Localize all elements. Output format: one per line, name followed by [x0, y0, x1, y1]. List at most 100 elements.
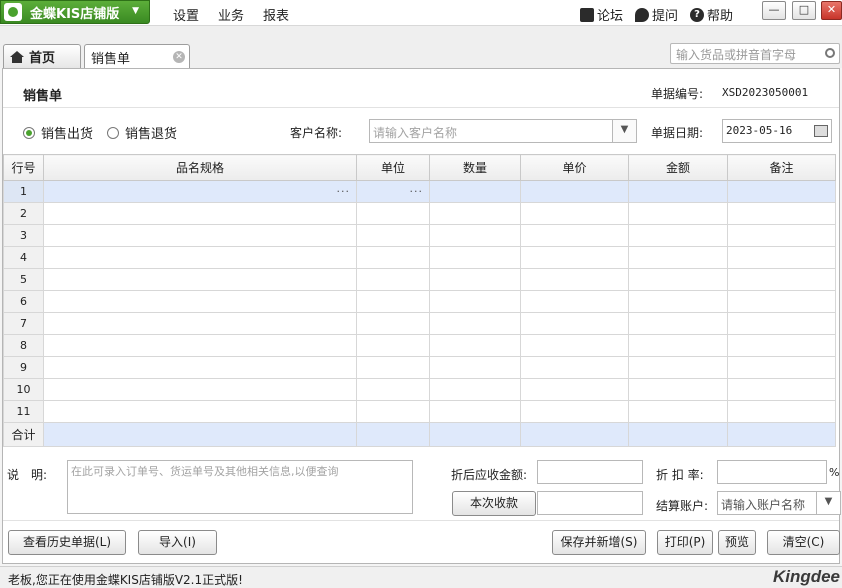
discount-field[interactable] [717, 460, 827, 484]
close-window-button[interactable]: ✕ [821, 1, 842, 20]
account-input[interactable]: 请输入账户名称 ▼ [717, 491, 841, 515]
amount-cell[interactable] [628, 400, 728, 423]
tab-home[interactable]: 首页 [3, 44, 81, 68]
radio-sales-out[interactable]: 销售出货 [23, 123, 93, 142]
unit-price-cell[interactable] [520, 312, 629, 335]
tab-sales-order[interactable]: 销售单 ✕ [84, 44, 190, 69]
unit-cell[interactable] [356, 312, 430, 335]
unit-cell[interactable]: ··· [356, 180, 430, 203]
table-row[interactable]: 4 [3, 246, 836, 269]
table-row[interactable]: 7 [3, 312, 836, 335]
forum-link[interactable]: 论坛 [580, 5, 623, 24]
app-menu-button[interactable]: 金蝶KIS店铺版 ▼ [0, 0, 150, 24]
quantity-cell[interactable] [429, 246, 521, 269]
more-icon[interactable]: ··· [410, 185, 424, 198]
amount-cell[interactable] [628, 224, 728, 247]
unit-price-cell[interactable] [520, 334, 629, 357]
calendar-icon[interactable] [814, 125, 828, 137]
remark-cell[interactable] [727, 246, 836, 269]
close-tab-icon[interactable]: ✕ [173, 51, 185, 63]
unit-cell[interactable] [356, 356, 430, 379]
unit-price-cell[interactable] [520, 202, 629, 225]
unit-cell[interactable] [356, 202, 430, 225]
menu-settings[interactable]: 设置 [173, 5, 199, 24]
note-textarea[interactable]: 在此可录入订单号、货运单号及其他相关信息,以便查询 [67, 460, 413, 514]
quantity-cell[interactable] [429, 224, 521, 247]
amount-cell[interactable] [628, 356, 728, 379]
table-row[interactable]: 9 [3, 356, 836, 379]
remark-cell[interactable] [727, 378, 836, 401]
more-icon[interactable]: ··· [337, 185, 351, 198]
quantity-cell[interactable] [429, 290, 521, 313]
amount-cell[interactable] [628, 202, 728, 225]
item-name-cell[interactable] [43, 202, 357, 225]
quantity-cell[interactable] [429, 268, 521, 291]
table-row[interactable]: 6 [3, 290, 836, 313]
table-row[interactable]: 3 [3, 224, 836, 247]
date-input[interactable]: 2023-05-16 [722, 119, 832, 143]
search-icon[interactable] [825, 48, 835, 58]
quantity-cell[interactable] [429, 312, 521, 335]
receive-payment-button[interactable]: 本次收款 [452, 491, 536, 516]
amount-cell[interactable] [628, 312, 728, 335]
minimize-button[interactable]: — [762, 1, 786, 20]
unit-price-cell[interactable] [520, 246, 629, 269]
amount-cell[interactable] [628, 378, 728, 401]
amount-cell[interactable] [628, 180, 728, 203]
payment-field[interactable] [537, 491, 643, 515]
unit-price-cell[interactable] [520, 268, 629, 291]
goods-search-input[interactable]: 输入货品或拼音首字母 [670, 43, 840, 64]
unit-cell[interactable] [356, 246, 430, 269]
chevron-down-icon[interactable]: ▼ [816, 492, 840, 514]
remark-cell[interactable] [727, 312, 836, 335]
item-name-cell[interactable] [43, 400, 357, 423]
item-name-cell[interactable] [43, 268, 357, 291]
radio-sales-return[interactable]: 销售退货 [107, 123, 177, 142]
unit-cell[interactable] [356, 224, 430, 247]
amount-cell[interactable] [628, 246, 728, 269]
ask-link[interactable]: 提问 [635, 5, 678, 24]
maximize-button[interactable]: □ [792, 1, 816, 20]
menu-business[interactable]: 业务 [218, 5, 244, 24]
remark-cell[interactable] [727, 334, 836, 357]
amount-cell[interactable] [628, 334, 728, 357]
quantity-cell[interactable] [429, 356, 521, 379]
item-name-cell[interactable] [43, 378, 357, 401]
preview-button[interactable]: 预览 [718, 530, 756, 555]
unit-cell[interactable] [356, 290, 430, 313]
amount-field[interactable] [537, 460, 643, 484]
table-row[interactable]: 2 [3, 202, 836, 225]
item-name-cell[interactable] [43, 334, 357, 357]
menu-reports[interactable]: 报表 [263, 5, 289, 24]
quantity-cell[interactable] [429, 180, 521, 203]
remark-cell[interactable] [727, 268, 836, 291]
unit-cell[interactable] [356, 378, 430, 401]
save-new-button[interactable]: 保存并新增(S) [552, 530, 646, 555]
chevron-down-icon[interactable]: ▼ [612, 120, 636, 142]
table-row[interactable]: 10 [3, 378, 836, 401]
table-row[interactable]: 8 [3, 334, 836, 357]
item-name-cell[interactable] [43, 312, 357, 335]
customer-input[interactable]: 请输入客户名称 ▼ [369, 119, 637, 143]
remark-cell[interactable] [727, 356, 836, 379]
quantity-cell[interactable] [429, 378, 521, 401]
item-name-cell[interactable] [43, 224, 357, 247]
item-name-cell[interactable] [43, 356, 357, 379]
table-row[interactable]: 5 [3, 268, 836, 291]
help-link[interactable]: ? 帮助 [690, 5, 733, 24]
quantity-cell[interactable] [429, 400, 521, 423]
amount-cell[interactable] [628, 268, 728, 291]
remark-cell[interactable] [727, 400, 836, 423]
import-button[interactable]: 导入(I) [138, 530, 217, 555]
table-row[interactable]: 11 [3, 400, 836, 423]
remark-cell[interactable] [727, 180, 836, 203]
remark-cell[interactable] [727, 224, 836, 247]
unit-cell[interactable] [356, 334, 430, 357]
history-button[interactable]: 查看历史单据(L) [8, 530, 126, 555]
unit-price-cell[interactable] [520, 224, 629, 247]
table-row[interactable]: 1 ··· ··· [3, 180, 836, 203]
remark-cell[interactable] [727, 290, 836, 313]
quantity-cell[interactable] [429, 202, 521, 225]
quantity-cell[interactable] [429, 334, 521, 357]
unit-price-cell[interactable] [520, 356, 629, 379]
